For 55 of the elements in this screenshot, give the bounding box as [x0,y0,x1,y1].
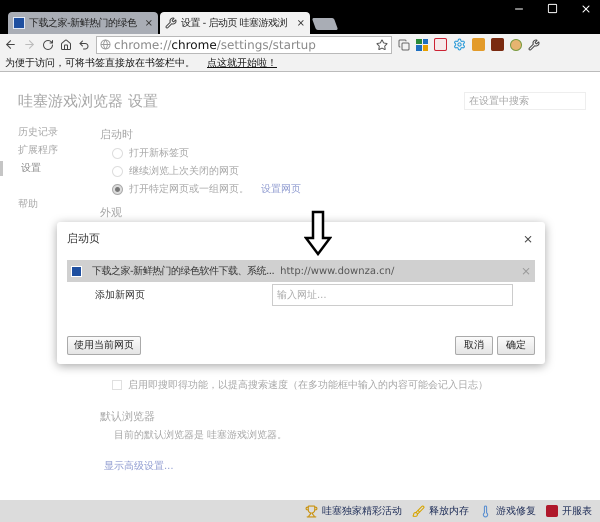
add-page-label: 添加新网页 [95,288,146,302]
section-heading: 外观 [100,205,123,221]
home-icon[interactable] [60,38,72,50]
user-icon[interactable] [510,38,522,50]
ok-button[interactable]: 确定 [497,336,535,355]
browser-tab[interactable]: 设置 - 启动页 哇塞游戏浏 × [160,12,310,34]
dialog-title: 启动页 [67,230,100,247]
checkbox-label: 启用即搜即得功能，以提高搜索速度（在多功能框中输入的内容可能会记入日志） [128,378,488,392]
radio-label: 继续浏览上次关闭的网页 [129,164,239,179]
tab-close-button[interactable]: × [144,16,153,30]
url-input-field[interactable]: 输入网址... [272,284,513,306]
wrench-icon [165,17,177,29]
url-text: chrome://chrome/settings/startup [114,36,317,54]
grid-icon[interactable] [416,38,428,50]
page-url: http://www.downza.cn/ [280,264,396,278]
use-current-pages-button[interactable]: 使用当前网页 [67,336,141,355]
window-icon[interactable] [398,38,410,50]
cancel-button[interactable]: 取消 [455,336,493,355]
bookmark-hint: 为便于访问，可将书签直接放在书签栏中。 [5,56,195,70]
page-title: 下载之家-新鲜热门的绿色软件下载、系统... [92,264,274,278]
sidebar-item[interactable]: 设置 [0,160,100,176]
bookmark-link[interactable]: 点这就开始啦！ [207,56,277,70]
tab-title: 设置 - 启动页 哇塞游戏浏 [181,16,288,30]
gear-icon[interactable] [453,38,466,51]
globe-icon [100,39,111,50]
site-favicon-icon [71,266,82,276]
status-bar-link[interactable]: 开服表 [562,504,592,518]
star-icon[interactable] [376,38,388,50]
reload-icon[interactable] [42,38,54,50]
startup-page-row[interactable]: 下载之家-新鲜热门的绿色软件下载、系统... http://www.downza.cn/ × [67,260,535,282]
tab-close-button[interactable]: × [296,16,305,30]
back-icon[interactable] [4,38,17,51]
tab-title: 下载之家-新鲜热门的绿色 [29,16,138,30]
undo-icon[interactable] [78,38,90,50]
status-bar-link[interactable]: 释放内存 [429,504,469,518]
browser-tab[interactable]: 下载之家-新鲜热门的绿色 × [8,12,158,34]
default-browser-text: 目前的默认浏览器是 哇塞游戏浏览器。 [113,428,288,443]
status-bar-link[interactable]: 哇塞独家精彩活动 [322,504,402,518]
new-tab-button[interactable] [312,18,338,30]
page-title: 哇塞游戏浏览器 设置 [18,91,158,112]
trophy-icon [305,504,318,518]
radio-label: 打开新标签页 [129,146,189,161]
close-icon[interactable] [580,3,592,15]
checkbox[interactable] [112,380,122,390]
section-heading: 启动时 [100,126,134,142]
wrench-icon[interactable] [528,38,540,50]
radio-label: 打开特定网页或一组网页。 [129,182,249,197]
status-bar-link[interactable]: 游戏修复 [496,504,536,518]
site-favicon-icon [13,17,25,29]
address-bar[interactable]: chrome://chrome/settings/startup [96,36,392,54]
radio-button[interactable] [112,184,123,195]
search-field[interactable]: 在设置中搜索 [464,92,586,110]
section-heading: 默认浏览器 [100,408,156,424]
maximize-icon[interactable] [547,3,558,14]
dialog-close-button[interactable]: × [522,230,533,248]
